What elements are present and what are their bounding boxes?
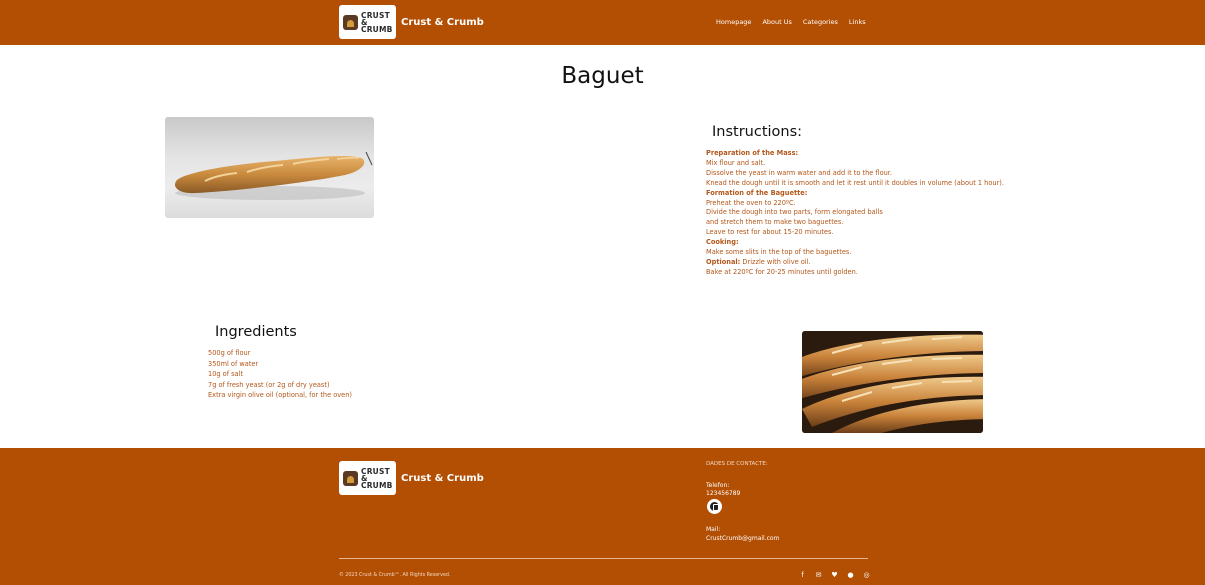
- footer-divider: [339, 558, 868, 559]
- facebook-icon[interactable]: f: [799, 571, 806, 579]
- mail-label: Mail:: [706, 526, 721, 533]
- instructions-line: Make some slits in the top of the baguet…: [706, 248, 852, 257]
- list-item: Extra virgin olive oil (optional, for th…: [208, 391, 352, 400]
- page-title: Baguet: [561, 63, 644, 89]
- nav-homepage[interactable]: Homepage: [716, 18, 751, 26]
- dribbble-icon[interactable]: ◎: [863, 571, 870, 579]
- instructions-line: Dissolve the yeast in warm water and add…: [706, 168, 892, 177]
- ingredients-list: 500g of flour 350ml of water 10g of salt…: [208, 348, 352, 401]
- phone-value: 123456789: [706, 490, 741, 497]
- github-icon[interactable]: ●: [847, 571, 854, 579]
- email-icon[interactable]: ✉: [815, 571, 822, 579]
- list-item: 7g of fresh yeast (or 2g of dry yeast): [208, 380, 330, 389]
- instructions-line: and stretch them to make two baguettes.: [706, 218, 844, 227]
- list-item: 350ml of water: [208, 359, 259, 368]
- bread-oven-icon: [343, 470, 358, 486]
- baguette-image: [165, 117, 374, 218]
- site-header: CRUST & CRUMB Crust & Crumb Homepage Abo…: [0, 0, 1205, 45]
- logo-text: CRUST & CRUMB: [361, 10, 393, 34]
- copyright-text: © 2023 Crust & Crumb™. All Rights Reserv…: [339, 573, 451, 578]
- contact-heading: DADES DE CONTACTE:: [706, 461, 768, 467]
- instructions-line: Preheat the oven to 220ºC.: [706, 198, 796, 207]
- ingredients-title: Ingredients: [215, 324, 297, 340]
- phone-label: Telefon:: [706, 482, 730, 489]
- header-logo[interactable]: CRUST & CRUMB: [339, 5, 396, 39]
- list-item: 500g of flour: [208, 349, 251, 357]
- social-links: f ✉ ♥ ● ◎: [799, 571, 870, 579]
- nav-about-us[interactable]: About Us: [762, 18, 791, 26]
- instructions-line: Bake at 220ºC for 20-25 minutes until go…: [706, 267, 858, 276]
- logo-text: CRUST & CRUMB: [361, 466, 393, 490]
- instructions-line: Divide the dough into two parts, form el…: [706, 208, 883, 217]
- instructions-line: Mix flour and salt.: [706, 158, 766, 167]
- phone-icon[interactable]: [707, 499, 722, 514]
- main-nav: Homepage About Us Categories Links: [716, 18, 866, 26]
- baguettes-stack-image: [802, 331, 983, 433]
- bread-oven-icon: [343, 14, 358, 30]
- footer-logo[interactable]: CRUST & CRUMB: [339, 461, 396, 495]
- footer-brand-name[interactable]: Crust & Crumb: [401, 473, 484, 484]
- nav-links[interactable]: Links: [849, 18, 866, 26]
- twitter-icon[interactable]: ♥: [831, 571, 838, 579]
- optional-label: Optional:: [706, 257, 741, 266]
- instructions-line: Knead the dough until it is smooth and l…: [706, 178, 1004, 187]
- optional-text: Drizzle with olive oil.: [740, 257, 811, 266]
- instructions-title: Instructions:: [712, 124, 803, 140]
- site-footer: CRUST & CRUMB Crust & Crumb DADES DE CON…: [0, 448, 1205, 585]
- nav-categories[interactable]: Categories: [803, 18, 838, 26]
- header-brand-name[interactable]: Crust & Crumb: [401, 17, 484, 28]
- instructions-step-heading: Formation of the Baguette:: [706, 188, 808, 197]
- instructions-text: Preparation of the Mass: Mix flour and s…: [706, 149, 1086, 278]
- instructions-line: Leave to rest for about 15-20 minutes.: [706, 228, 834, 237]
- mail-value[interactable]: CrustCrumb@gmail.com: [706, 535, 779, 542]
- instructions-step-heading: Cooking:: [706, 238, 739, 247]
- list-item: 10g of salt: [208, 370, 244, 379]
- instructions-line: Optional: Drizzle with olive oil.: [706, 258, 1086, 268]
- instructions-step-heading: Preparation of the Mass:: [706, 149, 799, 157]
